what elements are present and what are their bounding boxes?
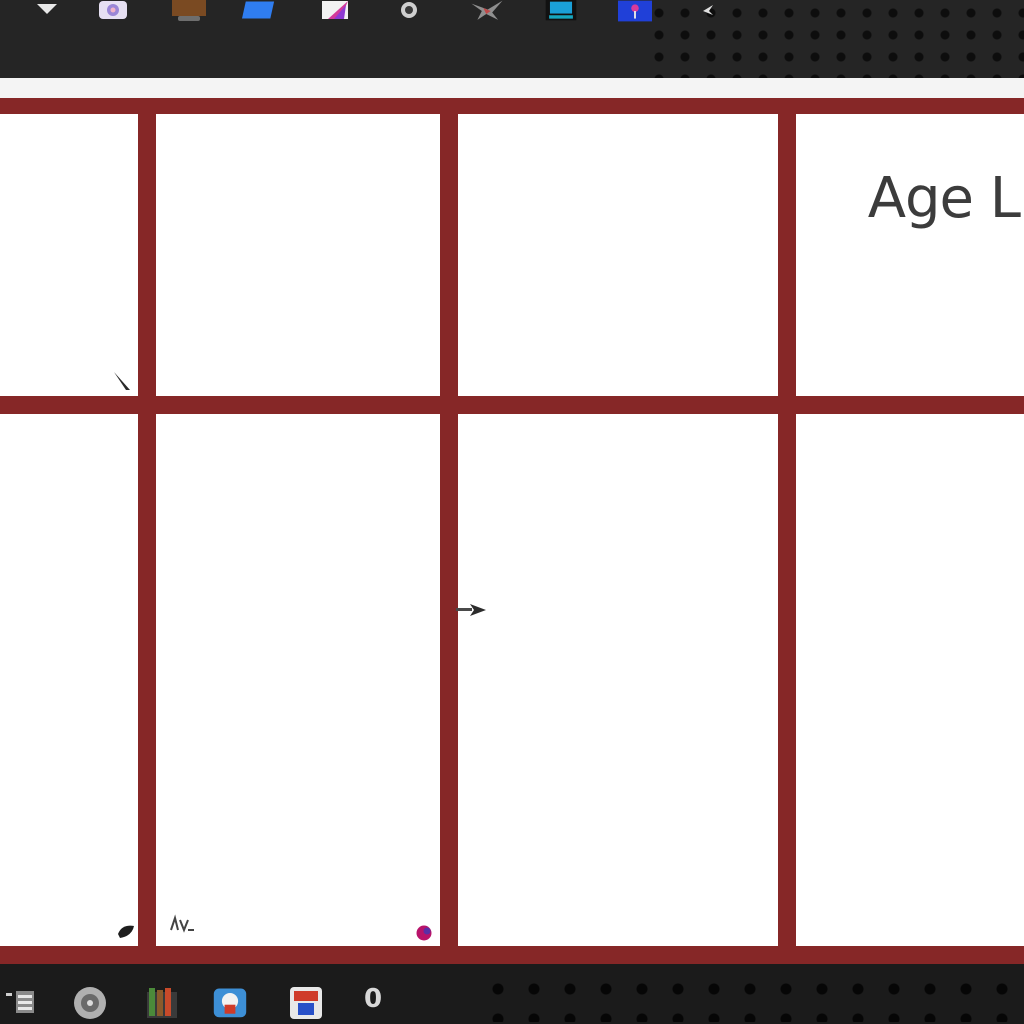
star-icon[interactable] xyxy=(470,0,504,22)
ink-blot-mark xyxy=(116,920,136,944)
magenta-pen-icon[interactable] xyxy=(318,0,352,22)
grid-cell-r1-c1[interactable] xyxy=(0,114,138,396)
pen-stroke-mark xyxy=(112,370,134,398)
grid-cell-r2-c2[interactable] xyxy=(156,414,440,946)
grid-board: Age L xyxy=(0,98,1024,964)
browser-icon[interactable] xyxy=(212,984,248,1020)
cell-label: Age L xyxy=(867,166,1021,231)
badge-app-icon[interactable] xyxy=(288,984,324,1020)
grid-cell-r2-c4[interactable] xyxy=(796,414,1024,946)
taskbar-dot-pattern xyxy=(478,972,1024,1022)
books-icon[interactable] xyxy=(144,984,180,1020)
tool-icon[interactable] xyxy=(392,0,426,22)
grid-cell-r1-c2[interactable] xyxy=(156,114,440,396)
menu-icon[interactable] xyxy=(2,984,38,1020)
taskbar-counter: 0 xyxy=(363,984,383,1014)
blue-app-icon[interactable] xyxy=(618,0,652,22)
handwritten-scribble xyxy=(168,912,196,938)
monitor-icon[interactable] xyxy=(544,0,578,22)
folder-icon[interactable] xyxy=(172,0,206,22)
blue-document-icon[interactable] xyxy=(242,0,276,22)
grid-cell-r2-c1[interactable] xyxy=(0,414,138,946)
pin-dot-icon[interactable] xyxy=(414,924,436,946)
top-toolbar xyxy=(0,0,1024,78)
disk-icon[interactable] xyxy=(72,984,108,1020)
grid-cell-r1-c3[interactable] xyxy=(458,114,778,396)
grid-cell-r1-c4[interactable]: Age L xyxy=(796,114,1024,396)
grid-cell-r2-c3[interactable] xyxy=(458,414,778,946)
chevron-icon[interactable] xyxy=(690,0,724,22)
arrow-icon[interactable] xyxy=(30,0,64,22)
header-divider xyxy=(0,78,1024,98)
screen: Age L 0 xyxy=(0,0,1024,1024)
arrow-marker-icon[interactable] xyxy=(456,602,488,622)
photo-app-icon[interactable] xyxy=(96,0,130,22)
